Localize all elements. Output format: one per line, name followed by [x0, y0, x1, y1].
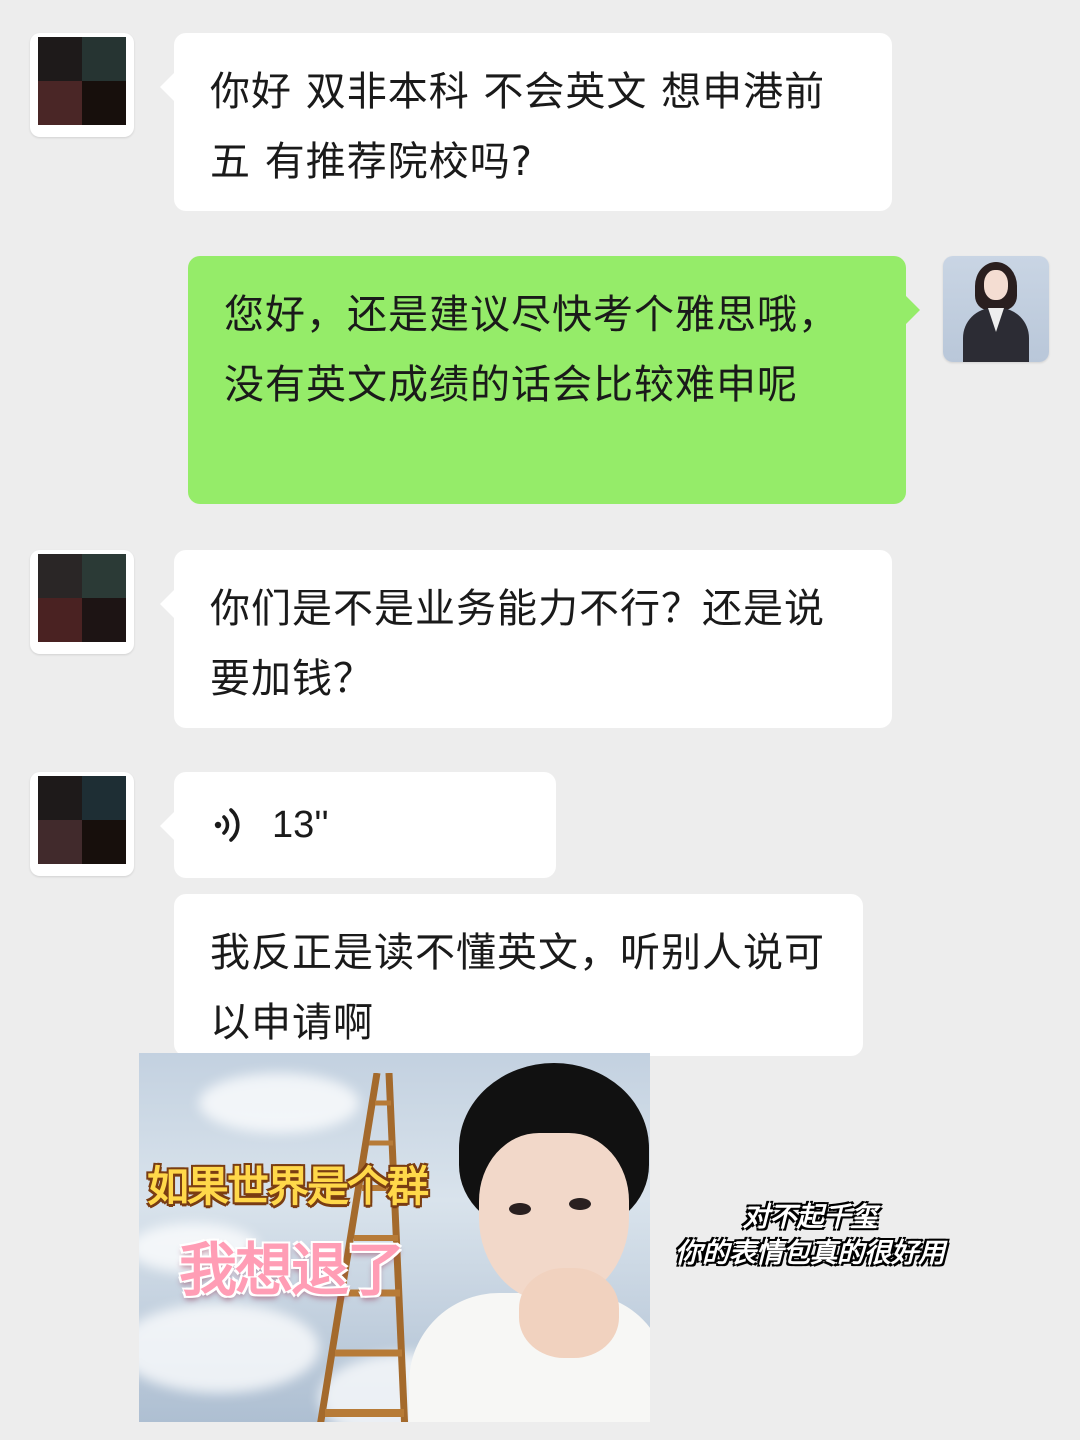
sticker-text-line-2: 我想退了 [179, 1236, 405, 1304]
avatar-pixel-image [38, 776, 126, 864]
voice-icon [214, 808, 240, 842]
message-bubble-user-3[interactable]: 我反正是读不懂英文，听别人说可以申请啊 [174, 894, 863, 1056]
message-bubble-user-1[interactable]: 你好 双非本科 不会英文 想申港前五 有推荐院校吗? [160, 33, 892, 211]
sticker-text-line-1: 如果世界是个群 [147, 1162, 429, 1211]
sticker-image[interactable]: 如果世界是个群 我想退了 [139, 1053, 650, 1422]
caption-overlay: 对不起千玺 你的表情包真的很好用 [650, 1200, 970, 1272]
avatar-pixel-image [38, 37, 126, 125]
avatar-pixel-image [38, 554, 126, 642]
message-bubble-user-2[interactable]: 你们是不是业务能力不行？还是说要加钱？ [160, 550, 892, 728]
user-avatar[interactable] [30, 33, 134, 137]
advisor-avatar[interactable] [943, 256, 1049, 362]
caption-line-2: 你的表情包真的很好用 [675, 1238, 945, 1269]
user-avatar[interactable] [30, 772, 134, 876]
voice-message-bubble[interactable]: 13'' [160, 772, 556, 878]
message-bubble-advisor[interactable]: 您好，还是建议尽快考个雅思哦，没有英文成绩的话会比较难申呢 [188, 256, 920, 504]
user-avatar[interactable] [30, 550, 134, 654]
message-text: 你们是不是业务能力不行？还是说要加钱？ [210, 586, 825, 702]
voice-duration: 13'' [272, 804, 329, 846]
message-text: 您好，还是建议尽快考个雅思哦，没有英文成绩的话会比较难申呢 [224, 292, 839, 408]
message-text: 你好 双非本科 不会英文 想申港前五 有推荐院校吗? [210, 69, 826, 185]
caption-line-1: 对不起千玺 [742, 1202, 878, 1233]
message-text: 我反正是读不懂英文，听别人说可以申请啊 [210, 930, 825, 1046]
